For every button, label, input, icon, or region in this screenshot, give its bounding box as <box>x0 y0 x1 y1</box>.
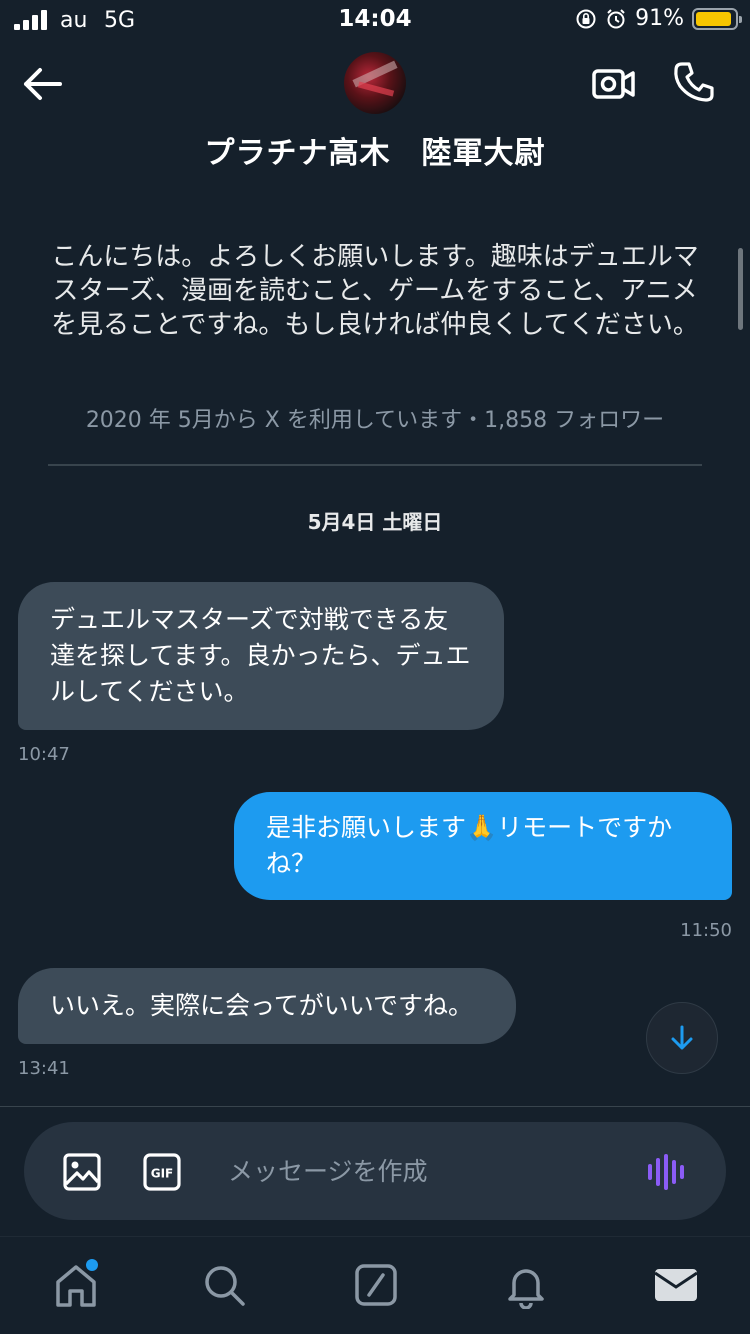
gif-icon[interactable]: GIF <box>142 1152 182 1192</box>
tab-notifications[interactable] <box>502 1261 550 1310</box>
messages-icon <box>654 1269 698 1301</box>
message-timestamp: 11:50 <box>680 920 732 941</box>
image-icon[interactable] <box>62 1152 102 1192</box>
orientation-lock-icon <box>576 9 596 28</box>
video-call-icon[interactable] <box>592 64 636 104</box>
gif-label: GIF <box>151 1167 174 1181</box>
composer-divider <box>0 1106 750 1107</box>
contact-name[interactable]: プラチナ高木 陸軍大尉 <box>0 128 750 172</box>
voice-message-icon[interactable] <box>646 1152 690 1192</box>
date-separator: 5月4日 土曜日 <box>307 510 443 534</box>
arrow-down-icon <box>671 1025 693 1050</box>
scrollbar-thumb[interactable] <box>738 248 743 330</box>
tab-home[interactable] <box>52 1259 100 1309</box>
message-bubble-incoming[interactable]: デュエルマスターズで対戦できる友達を探してます。良かったら、デュエルしてください… <box>18 582 504 730</box>
divider <box>48 464 702 466</box>
battery-icon <box>692 7 742 30</box>
message-input[interactable] <box>228 1146 628 1196</box>
tab-grok[interactable] <box>352 1261 400 1309</box>
profile-bio: こんにちは。よろしくお願いします。趣味はデュエルマスターズ、漫画を読むこと、ゲー… <box>51 242 699 340</box>
tab-messages[interactable] <box>652 1261 700 1309</box>
status-bar: au 5G 14:04 91% <box>0 0 750 40</box>
status-right-group: 91% <box>575 6 742 31</box>
battery-fill <box>696 11 731 26</box>
message-bubble-incoming[interactable]: いいえ。実際に会ってがいいですね。 <box>18 968 516 1044</box>
profile-meta: 2020 年 5月から X を利用しています・1,858 フォロワー <box>85 408 665 433</box>
message-bubble-outgoing[interactable]: 是非お願いします🙏リモートですかね？ <box>234 792 732 900</box>
scroll-to-bottom-button[interactable] <box>646 1002 718 1074</box>
message-composer: GIF <box>24 1122 726 1220</box>
alarm-icon <box>607 8 625 28</box>
grok-icon <box>355 1264 397 1306</box>
tab-bar <box>0 1236 750 1334</box>
back-arrow-icon[interactable] <box>20 64 64 104</box>
message-timestamp: 13:41 <box>18 1058 70 1079</box>
tab-search[interactable] <box>200 1261 248 1309</box>
search-icon <box>205 1266 245 1306</box>
battery-percent: 91% <box>635 6 684 31</box>
avatar[interactable] <box>344 52 406 114</box>
notification-badge <box>86 1259 98 1271</box>
phone-icon[interactable] <box>672 60 716 104</box>
notifications-icon <box>508 1269 544 1310</box>
message-timestamp: 10:47 <box>18 744 70 765</box>
